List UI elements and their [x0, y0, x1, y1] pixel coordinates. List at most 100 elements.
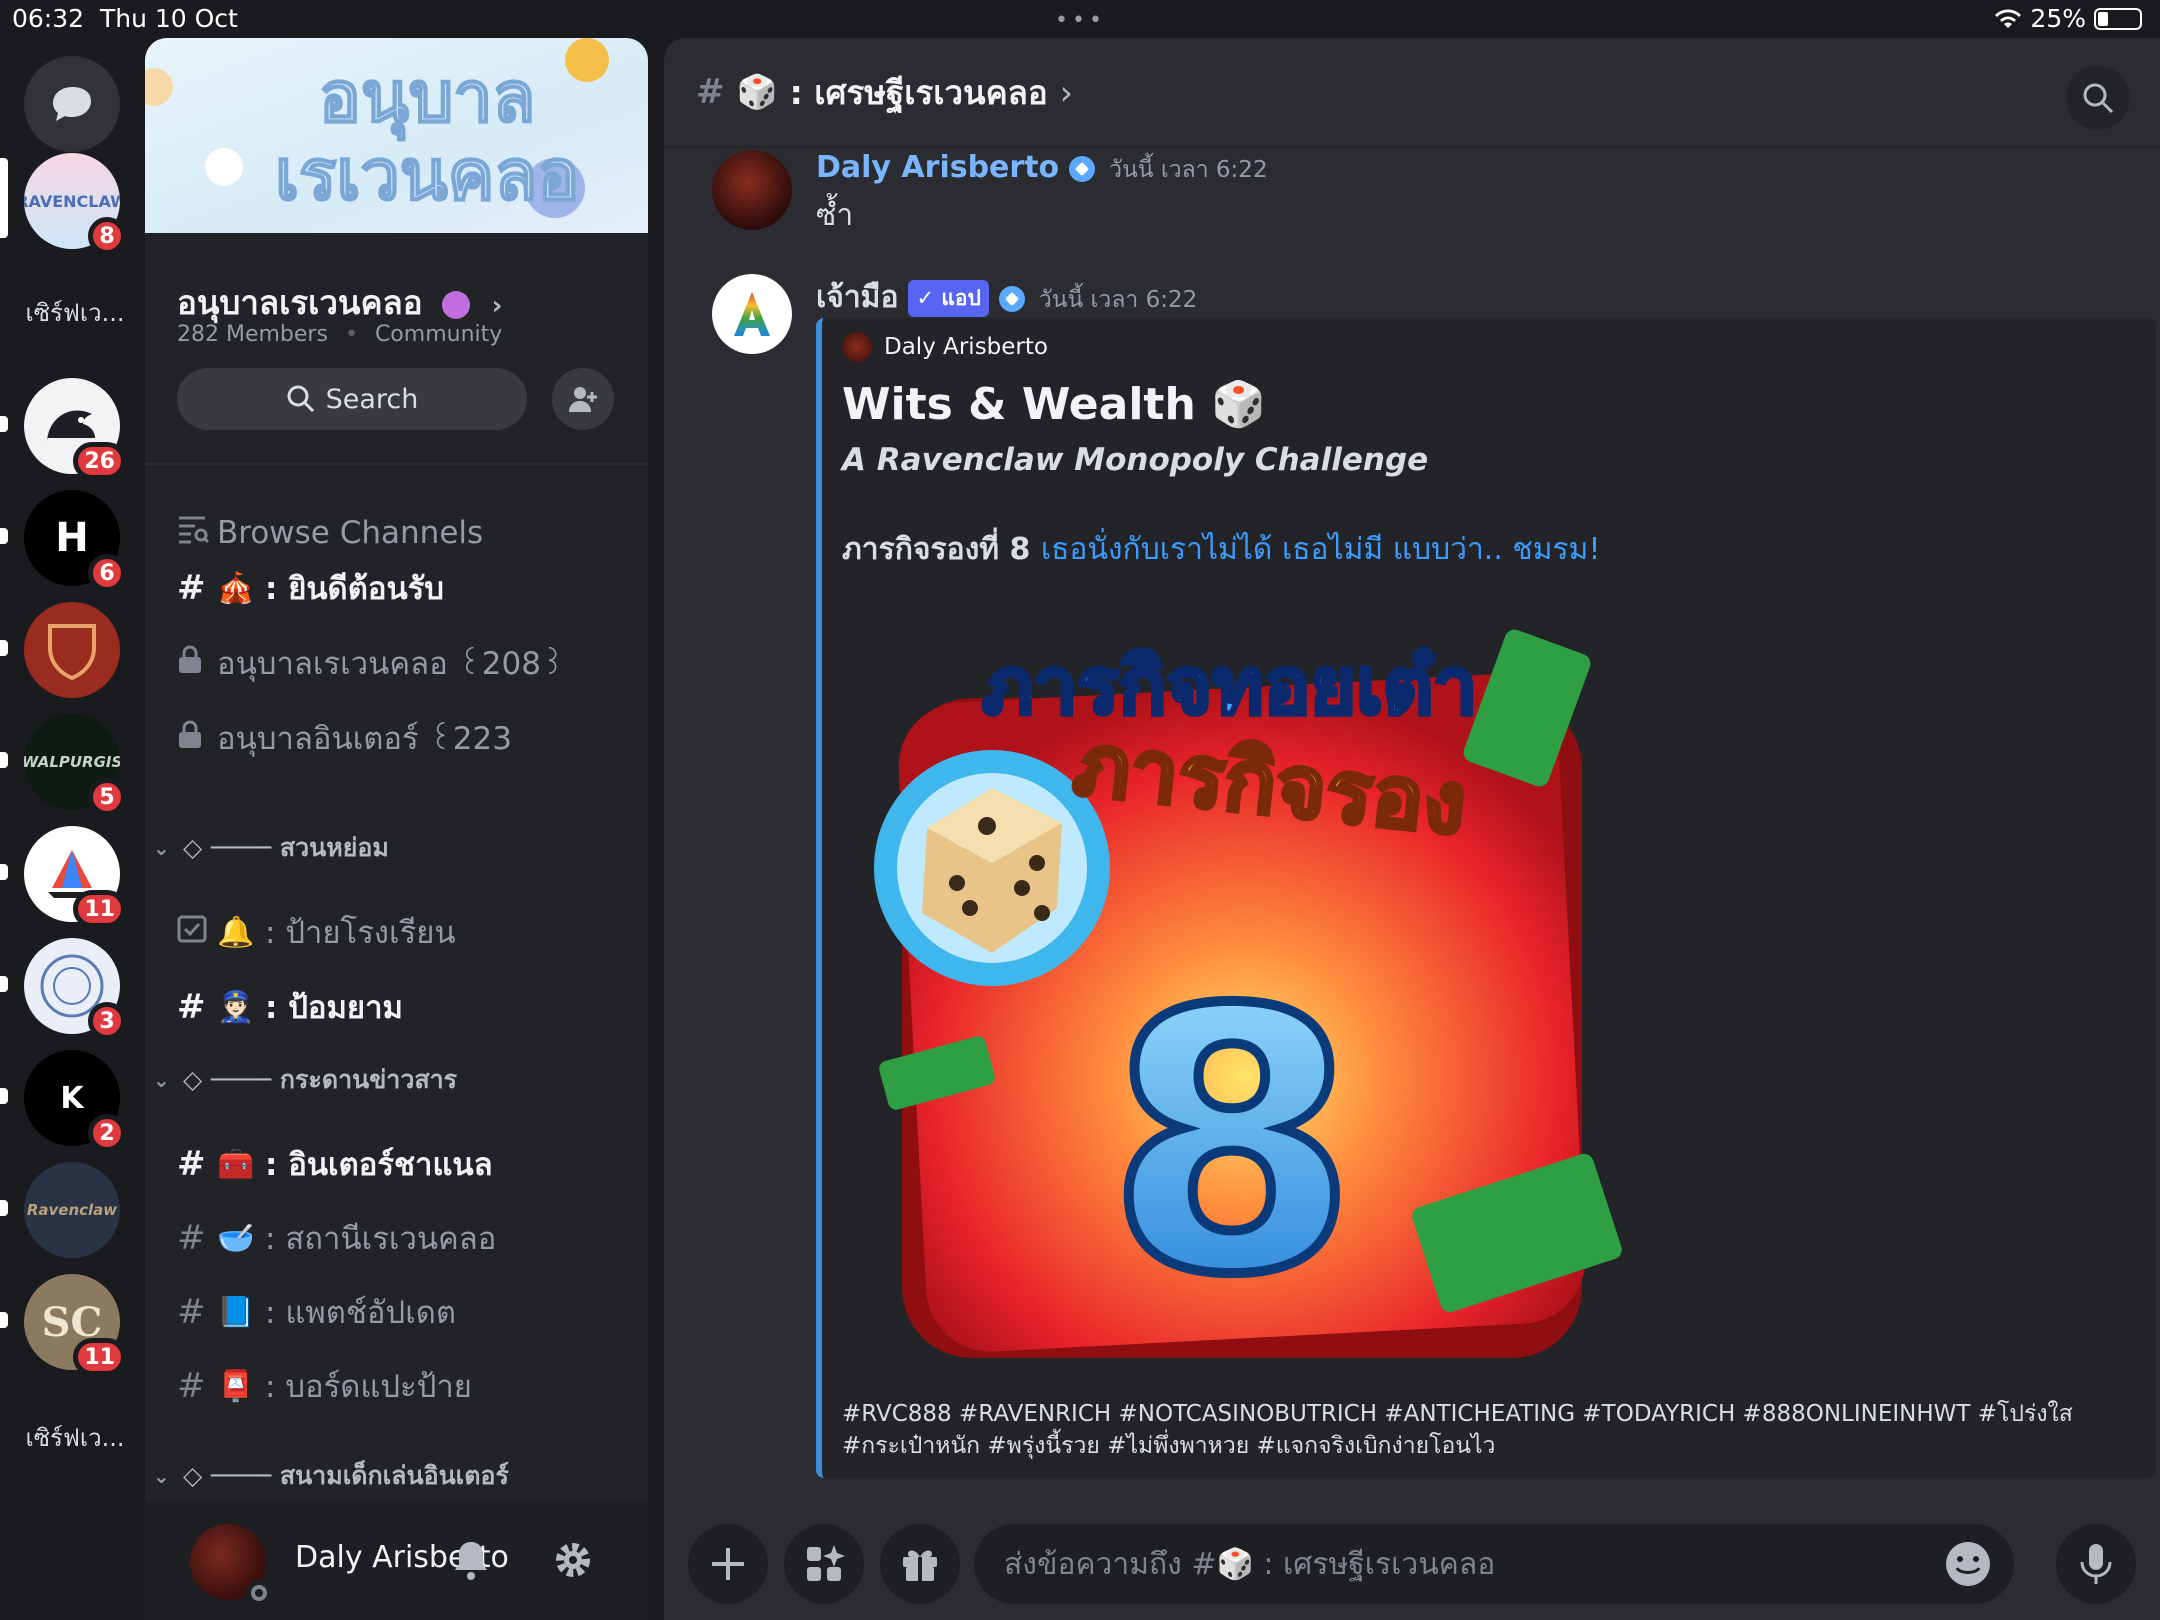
add-user-icon [569, 387, 597, 412]
image-heading-1: ภารกิจทอยเต๋า [982, 642, 1477, 732]
guild-ravenclaw-kindergarten[interactable]: RAVENCLAW 8 [24, 153, 126, 255]
unread-indicator [0, 416, 8, 432]
channel-station[interactable]: # 🥣 : สถานีเรเวนคลอ [177, 1210, 637, 1266]
embed-author[interactable]: Daly Arisberto [842, 332, 1048, 362]
unread-indicator [0, 752, 8, 768]
channel-header[interactable]: # 🎲 : เศรษฐีเรเวนคลอ › [664, 38, 2160, 148]
channel-board[interactable]: # 📮 : บอร์ดแปะป้าย [177, 1358, 637, 1414]
message-text: ซ้ำ [816, 198, 854, 233]
banner-decoration [145, 68, 173, 106]
category-label: ◇ ──── สวนหย่อม [183, 833, 389, 862]
boost-icon [442, 290, 471, 319]
channel-school-sign[interactable]: 🔔 : ป้ายโรงเรียน [177, 904, 637, 960]
mention-badge: 11 [73, 890, 126, 928]
emoji-button[interactable] [1942, 1538, 1994, 1598]
avatar[interactable] [712, 274, 792, 354]
category-label: ◇ ──── สนามเด็กเล่นอินเตอร์ [183, 1461, 509, 1490]
channel-sidebar: อนุบาล เรเวนคลอ อนุบาลเรเวนคลอ › 282 Memb… [145, 38, 648, 1620]
unread-indicator [0, 976, 8, 992]
category-news[interactable]: ⌄ ◇ ──── กระดานข่าวสาร [153, 1058, 643, 1102]
chevron-right-icon: › [491, 291, 503, 321]
apps-button[interactable] [784, 1524, 864, 1604]
composer: ส่งข้อความถึง #🎲 : เศรษฐีเรเวนคลอ [664, 1502, 2160, 1620]
chevron-down-icon: ⌄ [153, 1068, 170, 1092]
message-timestamp: วันนี้ เวลา 6:22 [1109, 157, 1268, 183]
divider [145, 463, 648, 465]
plus-icon [712, 1548, 744, 1580]
guild-walpurgis[interactable]: WALPURGIS 5 [24, 714, 126, 816]
message: Daly Arisberto วันนี้ เวลา 6:22 ซ้ำ [688, 150, 2138, 270]
unread-indicator [0, 528, 8, 544]
dice-emoji: 🎲 [736, 72, 778, 111]
message-timestamp: วันนี้ เวลา 6:22 [1038, 287, 1198, 313]
guild-hogthai[interactable]: H 6 [24, 490, 126, 592]
channel-welcome[interactable]: # 🎪 : ยินดีต้อนรับ [177, 560, 637, 616]
guild-icon-crest [24, 602, 120, 698]
verified-icon [1069, 155, 1096, 182]
header-search-button[interactable] [2066, 66, 2130, 130]
avatar[interactable] [190, 1524, 272, 1606]
unread-indicator [0, 1200, 8, 1216]
category-playground[interactable]: ⌄ ◇ ──── สนามเด็กเล่นอินเตอร์ [153, 1454, 643, 1498]
unread-indicator [0, 864, 8, 880]
hash-icon: # [177, 568, 206, 608]
mention-badge: 2 [88, 1114, 126, 1152]
gift-button[interactable] [880, 1524, 960, 1604]
chat-area: # 🎲 : เศรษฐีเรเวนคลอ › Daly Arisberto วัน… [664, 38, 2160, 1620]
guild-text-server-1[interactable]: เซิร์ฟเว... [10, 293, 140, 332]
mention-badge: 11 [73, 1338, 126, 1376]
voice-message-button[interactable] [2056, 1524, 2136, 1604]
unread-indicator [0, 640, 8, 656]
guild-text-server-2[interactable]: เซิร์ฟเว... [10, 1418, 140, 1457]
channel-patch[interactable]: # 📘 : แพตช์อัปเดต [177, 1284, 637, 1340]
category-garden[interactable]: ⌄ ◇ ──── สวนหย่อม [153, 826, 643, 870]
embed-link[interactable]: เธอนั่งกับเราไม่ได้ เธอไม่มี แบบว่า.. ชม… [1041, 532, 1601, 567]
browse-list-icon [177, 513, 217, 553]
browse-channels[interactable]: Browse Channels [177, 505, 637, 561]
channel-guard-post[interactable]: # 👮🏻 : ป้อมยาม [177, 979, 637, 1035]
mention-badge: 5 [88, 778, 126, 816]
channel-locked-2[interactable]: อนุบาลอินเตอร์ ꒰223 [177, 710, 637, 766]
embed-image[interactable]: ภารกิจทอยเต๋า ภารกิจรอง 8 [862, 618, 1622, 1378]
direct-messages-button[interactable] [24, 56, 120, 152]
search-icon [287, 385, 314, 413]
settings-button[interactable] [547, 1534, 599, 1586]
channel-inter[interactable]: # 🧰 : อินเตอร์ชาแนล [177, 1136, 637, 1192]
community-label: Community [374, 322, 503, 347]
guild-crest-seal[interactable]: 3 [24, 938, 126, 1040]
bell-icon [455, 1542, 487, 1580]
chevron-down-icon: ⌄ [153, 1464, 170, 1488]
embed-hashtags: #RVC888 #RAVENRICH #NOTCASINOBUTRICH #AN… [842, 1401, 2073, 1459]
notifications-button[interactable] [445, 1534, 497, 1586]
multitasking-dots[interactable]: ••• [1055, 8, 1106, 33]
attach-button[interactable] [688, 1524, 768, 1604]
status-right: 25% [1994, 4, 2142, 33]
message-author[interactable]: Daly Arisberto วันนี้ เวลา 6:22 [816, 150, 1268, 188]
channel-locked-1[interactable]: อนุบาลเรเวนคลอ ꒰208꒱ [177, 635, 637, 691]
message: เจ้ามือ ✓ แอป วันนี้ เวลา 6:22 Daly Arisbe… [688, 274, 2156, 1534]
message-author[interactable]: เจ้ามือ ✓ แอป วันนี้ เวลา 6:22 [816, 274, 1197, 321]
guild-bird[interactable]: 26 [24, 378, 126, 480]
avatar[interactable] [712, 150, 792, 230]
hash-icon: # [696, 72, 725, 112]
server-banner[interactable]: อนุบาล เรเวนคลอ [145, 38, 648, 233]
guild-sc[interactable]: SC 11 [24, 1274, 126, 1376]
invite-button[interactable] [552, 368, 614, 430]
unread-indicator [0, 1088, 8, 1104]
search-button[interactable]: Search [177, 368, 527, 430]
mention-badge: 8 [88, 217, 126, 255]
verified-icon [998, 285, 1025, 312]
guild-house-crest[interactable] [24, 602, 120, 698]
guild-k[interactable]: K 2 [24, 1050, 126, 1152]
announcement-hash-icon: # [177, 1292, 206, 1332]
user-panel: Daly Arisberto [145, 1502, 648, 1620]
channel-name: อนุบาลอินเตอร์ ꒰223 [217, 721, 512, 757]
chevron-down-icon: ⌄ [153, 836, 170, 860]
rules-icon [177, 912, 217, 952]
chevron-right-icon: › [1059, 72, 1073, 112]
guild-sailboat[interactable]: 11 [24, 826, 126, 928]
channel-name: : สถานีเรเวนคลอ [265, 1221, 497, 1257]
channel-name: : ป้ายโรงเรียน [265, 915, 456, 951]
message-input[interactable]: ส่งข้อความถึง #🎲 : เศรษฐีเรเวนคลอ [974, 1524, 2014, 1604]
guild-ravenclaw[interactable]: Ravenclaw [24, 1162, 120, 1258]
